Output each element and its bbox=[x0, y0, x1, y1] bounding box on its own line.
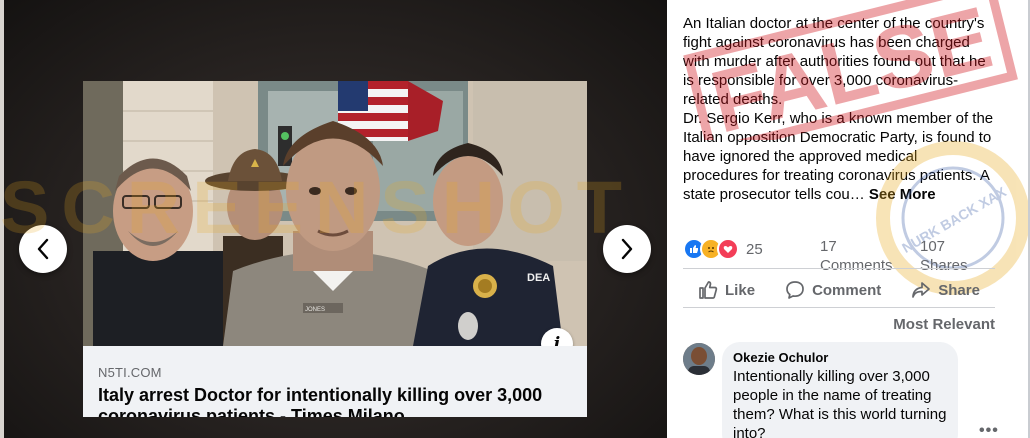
post-body: An Italian doctor at the center of the c… bbox=[683, 14, 995, 204]
love-reaction-icon bbox=[717, 238, 739, 260]
thumbs-up-icon bbox=[699, 281, 718, 299]
post-paragraph-2: Dr. Sergio Kerr, who is a known member o… bbox=[683, 109, 995, 204]
like-button[interactable]: Like bbox=[698, 280, 755, 300]
comment-options-icon[interactable]: ••• bbox=[979, 422, 999, 438]
shares-count-link[interactable]: 107 Shares bbox=[920, 237, 990, 275]
reaction-count: 25 bbox=[746, 240, 763, 258]
comments-count-link[interactable]: 17 Comments bbox=[820, 237, 910, 275]
comment-sort-dropdown[interactable]: Most Relevant bbox=[893, 316, 995, 333]
comment-label: Comment bbox=[812, 281, 882, 299]
chevron-left-icon bbox=[37, 238, 49, 260]
comment-icon bbox=[786, 281, 804, 299]
name-tag: JONES bbox=[305, 307, 325, 313]
news-photo[interactable]: JONES DEA bbox=[83, 81, 587, 346]
avatar[interactable] bbox=[683, 343, 715, 375]
divider-bottom bbox=[683, 307, 995, 308]
link-preview-card[interactable]: JONES DEA i N5TI.COM Italy arrest Doctor bbox=[83, 81, 587, 417]
see-more-link[interactable]: See More bbox=[869, 186, 936, 203]
next-photo-button[interactable] bbox=[603, 225, 651, 273]
share-button[interactable]: Share bbox=[911, 280, 980, 300]
viewer-edge bbox=[0, 0, 4, 438]
chevron-right-icon bbox=[621, 238, 633, 260]
link-headline[interactable]: Italy arrest Doctor for intentionally ki… bbox=[98, 385, 568, 417]
post-paragraph-2-text: Dr. Sergio Kerr, who is a known member o… bbox=[683, 110, 994, 203]
link-info[interactable]: N5TI.COM Italy arrest Doctor for intenti… bbox=[83, 346, 587, 417]
comment-author[interactable]: Okezie Ochulor bbox=[733, 350, 828, 365]
comment-bubble: Okezie Ochulor Intentionally killing ove… bbox=[722, 342, 958, 438]
reactions-summary[interactable]: 25 bbox=[683, 238, 763, 260]
like-label: Like bbox=[725, 281, 756, 299]
previous-photo-button[interactable] bbox=[19, 225, 67, 273]
photo-viewer: JONES DEA i N5TI.COM Italy arrest Doctor bbox=[0, 0, 667, 438]
divider-top bbox=[683, 268, 995, 269]
post-paragraph-1: An Italian doctor at the center of the c… bbox=[683, 15, 986, 108]
dea-badge-text: DEA bbox=[527, 272, 550, 284]
post-panel: An Italian doctor at the center of the c… bbox=[667, 0, 1030, 438]
share-icon bbox=[912, 282, 931, 298]
comment-text: Intentionally killing over 3,000 people … bbox=[733, 368, 947, 438]
share-label: Share bbox=[938, 281, 980, 299]
comment-button[interactable]: Comment bbox=[785, 280, 881, 300]
link-domain: N5TI.COM bbox=[98, 365, 162, 380]
post-actions: Like Comment Share bbox=[683, 273, 995, 307]
